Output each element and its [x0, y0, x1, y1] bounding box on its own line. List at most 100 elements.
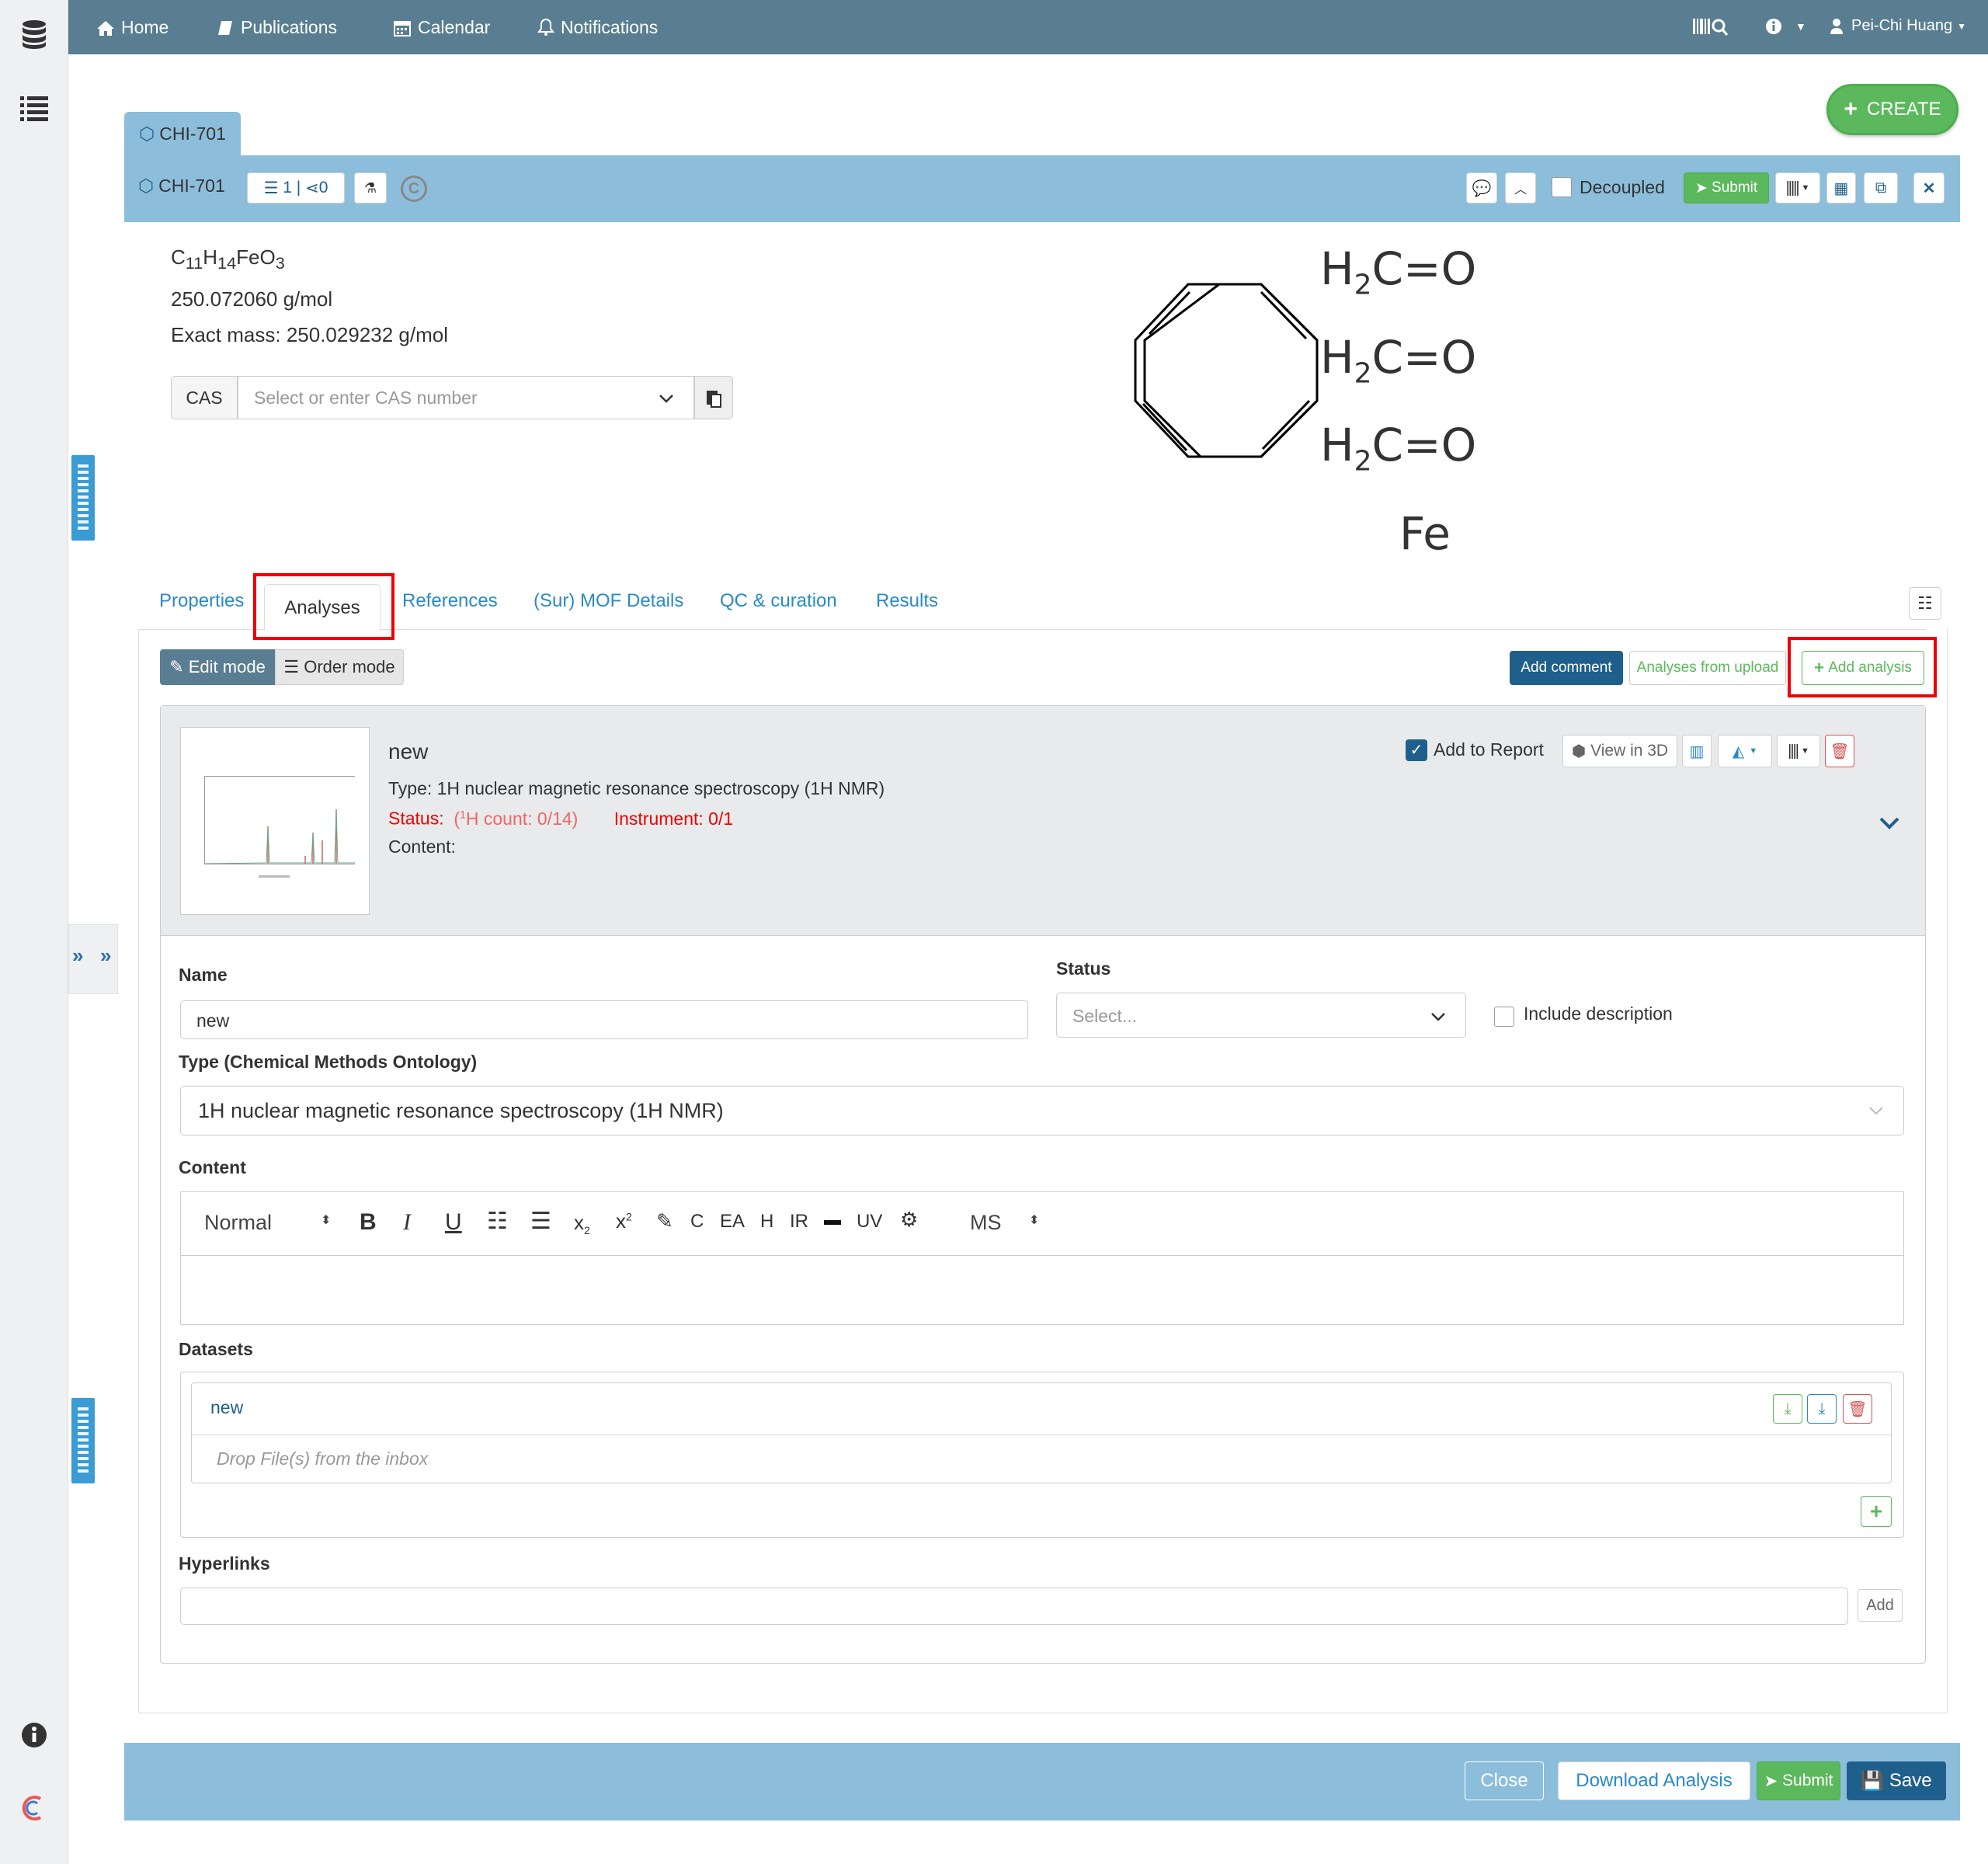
- sample-tab[interactable]: ⬡ CHI-701: [124, 112, 241, 155]
- status-select[interactable]: Select...: [1056, 993, 1466, 1038]
- dataset-item: new Drop File(s) from the inbox ⤓ ⤓ 🗑: [191, 1382, 1892, 1483]
- tab-results[interactable]: Results: [876, 590, 938, 612]
- style-select[interactable]: Normal ⬍: [204, 1211, 336, 1235]
- decoupled-label: Decoupled: [1580, 177, 1665, 197]
- download-raw-button[interactable]: ⤓: [1807, 1394, 1837, 1424]
- footer-submit-button[interactable]: ➤ Submit: [1757, 1761, 1840, 1800]
- analyses-from-upload-button[interactable]: Analyses from upload: [1629, 651, 1786, 685]
- caret-down-icon: ▼: [1801, 183, 1810, 193]
- dash-icon[interactable]: [824, 1220, 841, 1225]
- expand-panel[interactable]: » »: [68, 924, 118, 994]
- nav-calendar[interactable]: Calendar: [393, 0, 490, 54]
- create-button[interactable]: + CREATE: [1826, 84, 1958, 135]
- download-dataset-button[interactable]: ⤓: [1773, 1394, 1802, 1424]
- bullet-list-icon[interactable]: ☰: [530, 1208, 551, 1235]
- toolbar-uv-button[interactable]: UV: [857, 1211, 882, 1233]
- gear-icon[interactable]: ⚙: [900, 1208, 918, 1232]
- copy-icon: ⧉: [1875, 179, 1887, 196]
- underline-button[interactable]: U: [445, 1209, 462, 1236]
- spectra-editor-dropdown[interactable]: ◭ ▼: [1718, 735, 1772, 767]
- copy-button[interactable]: ⧉: [1864, 172, 1898, 203]
- italic-button[interactable]: I: [403, 1209, 411, 1236]
- double-chevron-icon-2[interactable]: »: [100, 944, 111, 968]
- cas-select[interactable]: Select or enter CAS number: [238, 376, 694, 419]
- toolbar-ea-button[interactable]: EA: [720, 1211, 745, 1233]
- chemotion-c-icon[interactable]: C: [401, 176, 427, 202]
- nav-publications[interactable]: Publications: [217, 0, 337, 54]
- dataset-name-link[interactable]: new: [210, 1397, 243, 1418]
- tab-qc-curation[interactable]: QC & curation: [720, 590, 837, 612]
- top-navbar: Home Publications Calendar Notifications…: [68, 0, 1988, 54]
- collapse-button[interactable]: ︿: [1505, 172, 1536, 203]
- info-dropdown[interactable]: ▼: [1764, 17, 1806, 36]
- flask-icon: ⚗: [363, 179, 377, 196]
- close-element-button[interactable]: ✕: [1913, 172, 1945, 203]
- nav-home[interactable]: Home: [96, 0, 169, 54]
- flask-button[interactable]: ⚗: [354, 172, 387, 203]
- paste-cas-button[interactable]: [694, 376, 733, 419]
- include-description-label: Include description: [1524, 1003, 1673, 1024]
- bold-button[interactable]: B: [360, 1209, 377, 1236]
- decoupled-checkbox[interactable]: [1552, 177, 1572, 197]
- caret-down-icon: ▼: [1957, 20, 1966, 32]
- toolbar-h-button[interactable]: H: [760, 1211, 773, 1233]
- spectra-chart-button[interactable]: ▥: [1682, 735, 1712, 767]
- tab-properties[interactable]: Properties: [159, 590, 244, 612]
- add-hyperlink-button[interactable]: Add: [1858, 1589, 1903, 1622]
- toolbar-c-button[interactable]: C: [690, 1211, 704, 1233]
- database-icon[interactable]: [17, 17, 51, 51]
- chevron-down-icon[interactable]: [1878, 814, 1901, 833]
- tab-mof-details[interactable]: (Sur) MOF Details: [533, 590, 683, 612]
- spectrum-thumbnail[interactable]: [180, 727, 370, 915]
- sample-icon: ⬡: [139, 123, 155, 144]
- list-icon[interactable]: [17, 92, 51, 126]
- nav-notifications[interactable]: Notifications: [537, 0, 658, 54]
- tab-references[interactable]: References: [402, 590, 498, 612]
- hyperlink-input[interactable]: [180, 1588, 1848, 1625]
- ordered-list-icon[interactable]: ☷: [487, 1208, 508, 1235]
- calendar-button[interactable]: ▦: [1826, 172, 1856, 203]
- list-icon: ☰: [283, 657, 300, 676]
- user-menu[interactable]: Pei-Chi Huang ▼: [1830, 17, 1966, 35]
- include-description-checkbox[interactable]: [1494, 1007, 1514, 1027]
- tab-settings-button[interactable]: ☷: [1909, 587, 1941, 620]
- comments-icon: 💬: [1472, 179, 1492, 197]
- spectrum-preview-icon: [203, 776, 355, 878]
- datasets-label: Datasets: [179, 1339, 253, 1359]
- view-3d-button[interactable]: ⬢ View in 3D: [1562, 735, 1677, 767]
- magic-wand-icon[interactable]: ✎: [656, 1209, 673, 1233]
- order-mode-button[interactable]: ☰ Order mode: [275, 649, 404, 685]
- comments-button[interactable]: 💬: [1466, 172, 1497, 203]
- double-chevron-icon[interactable]: »: [72, 944, 83, 968]
- info-circle-icon[interactable]: [17, 1718, 51, 1752]
- superscript-button[interactable]: x2: [616, 1209, 632, 1233]
- edit-mode-button[interactable]: ✎ Edit mode: [160, 649, 275, 685]
- ms-select[interactable]: MS ⬍: [970, 1211, 1048, 1235]
- add-dataset-button[interactable]: +: [1861, 1496, 1892, 1527]
- drag-handle-bottom[interactable]: [71, 1398, 95, 1483]
- drop-files-zone[interactable]: Drop File(s) from the inbox: [217, 1448, 428, 1469]
- save-button[interactable]: 💾 Save: [1847, 1761, 1946, 1800]
- content-editor[interactable]: [180, 1255, 1904, 1325]
- chemotion-logo-icon: [22, 1796, 42, 1821]
- header-title: ⬡ CHI-701: [138, 176, 225, 196]
- drag-handle-top[interactable]: [71, 455, 95, 541]
- list-icon: ☰: [263, 179, 279, 197]
- header-submit-button[interactable]: ➤ Submit: [1684, 172, 1769, 203]
- delete-dataset-button[interactable]: 🗑: [1843, 1394, 1872, 1424]
- subscript-button[interactable]: x2: [574, 1211, 590, 1236]
- close-button[interactable]: Close: [1465, 1761, 1544, 1800]
- analysis-barcode-dropdown[interactable]: |||| ▼: [1777, 735, 1820, 767]
- add-comment-button[interactable]: Add comment: [1510, 651, 1623, 685]
- cube-icon: ⬢: [1571, 742, 1587, 760]
- add-to-report-checkbox[interactable]: ✓: [1406, 739, 1427, 761]
- download-analysis-button[interactable]: Download Analysis: [1558, 1761, 1750, 1800]
- type-select[interactable]: 1H nuclear magnetic resonance spectrosco…: [180, 1086, 1904, 1135]
- barcode-search-icon[interactable]: [1693, 17, 1729, 37]
- name-input[interactable]: new: [180, 1000, 1028, 1039]
- delete-analysis-button[interactable]: 🗑: [1825, 735, 1854, 767]
- barcode-dropdown[interactable]: ||||| ▼: [1775, 172, 1820, 203]
- toolbar-ir-button[interactable]: IR: [790, 1211, 808, 1233]
- counters-button[interactable]: ☰ 1 | ⋖ 0: [247, 172, 345, 203]
- book-icon: [218, 21, 232, 35]
